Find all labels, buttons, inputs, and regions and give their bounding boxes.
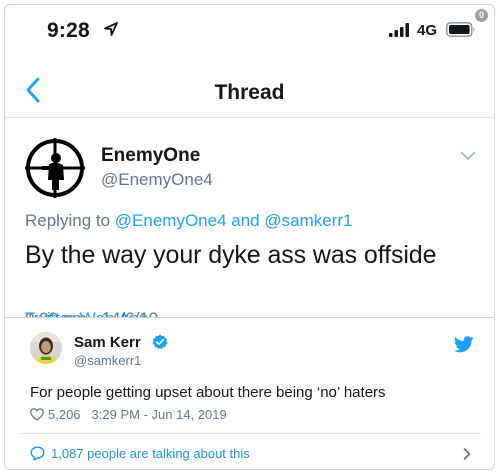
divider [5,117,494,118]
divider [19,433,481,434]
avatar[interactable] [25,138,85,198]
like-count[interactable]: 5,206 [48,407,81,422]
avatar[interactable] [30,332,62,364]
screenshot-frame: 9:28 4G 0 Thread EnemyOne @EnemyOne4 Rep… [4,4,495,470]
battery-icon [446,22,475,37]
speech-bubble-icon [30,446,45,461]
embedded-author-handle[interactable]: @samkerr1 [74,353,141,368]
embedded-tweet-text: For people getting upset about there bei… [30,384,386,401]
nav-bar: Thread [5,67,494,117]
page-title: Thread [214,81,285,104]
mention-link[interactable]: @samkerr1 [264,211,352,230]
author-name[interactable]: EnemyOne [101,145,200,167]
heart-icon[interactable] [30,408,44,421]
crosshair-logo-icon [25,138,85,198]
embedded-tweet-card[interactable]: Sam Kerr @samkerr1 For people getting up… [5,317,494,469]
embedded-tweet-stats: 5,206 3:29 PM - Jun 14, 2019 [30,407,227,422]
tweet-meta: 9:20 am · 14/6/19 · Twitter Web App [25,309,485,317]
replying-and: and [226,211,265,230]
chevron-down-icon[interactable] [460,151,476,161]
signal-icon [389,23,409,37]
location-arrow-icon [104,22,118,36]
embedded-author-name[interactable]: Sam Kerr [74,334,141,351]
mention-link[interactable]: @EnemyOne4 [115,211,227,230]
replying-prefix: Replying to [25,211,115,230]
status-bar: 9:28 4G 0 [5,5,494,63]
tweet-source-link[interactable]: Twitter Web App [25,309,148,317]
author-handle[interactable]: @EnemyOne4 [101,170,213,190]
profile-photo [30,332,62,364]
network-type: 4G [417,22,438,39]
chevron-right-icon[interactable] [463,448,471,460]
conversation-count[interactable]: 1,087 people are talking about this [51,446,250,461]
twitter-bird-icon[interactable] [454,336,474,353]
verified-badge-icon [152,334,168,350]
tweet-text: By the way your dyke ass was offside [25,241,437,269]
conversation-link[interactable]: 1,087 people are talking about this [30,446,250,461]
embedded-timestamp[interactable]: 3:29 PM - Jun 14, 2019 [92,407,227,422]
replying-to: Replying to @EnemyOne4 and @samkerr1 [25,211,352,231]
status-time: 9:28 [47,19,90,42]
info-badge: 0 [475,9,488,22]
